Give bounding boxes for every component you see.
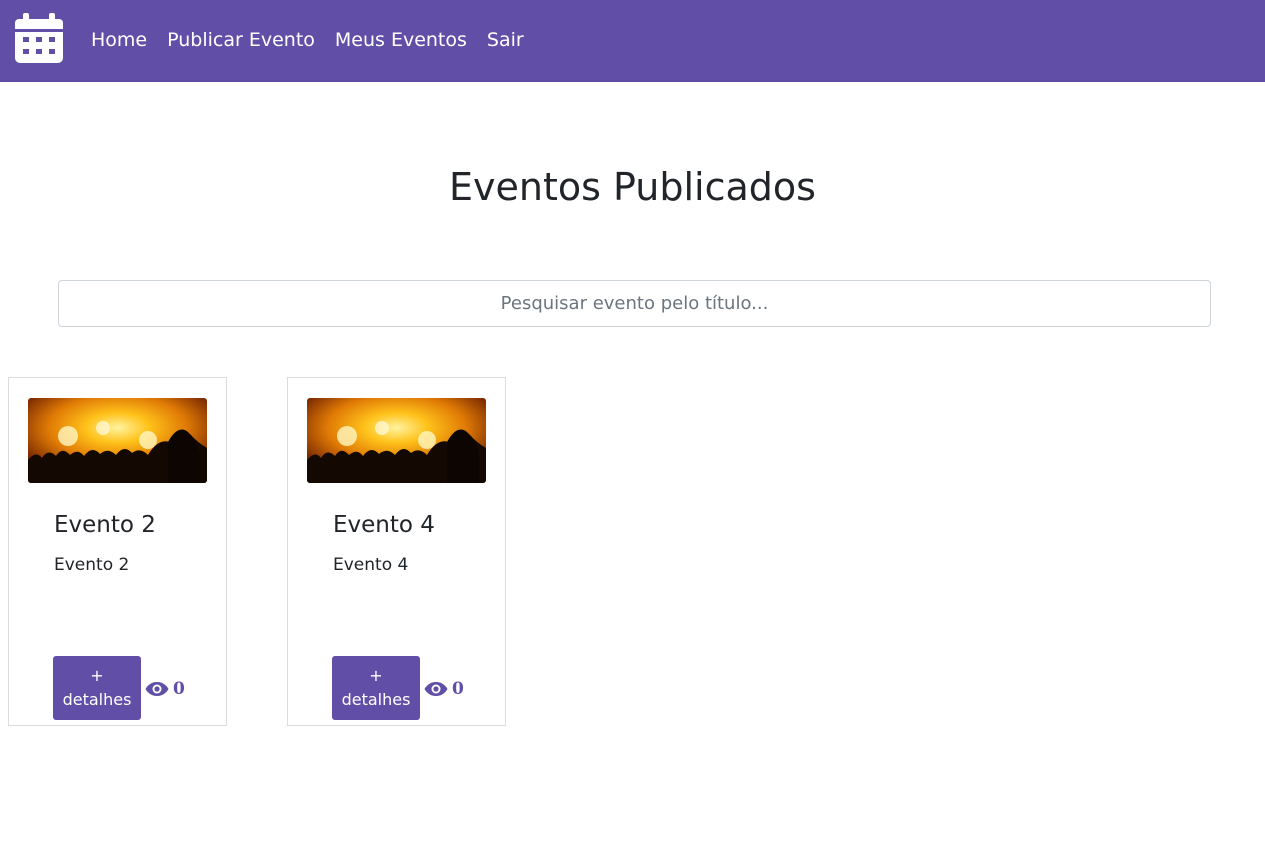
- view-count: 0: [424, 678, 464, 700]
- view-count: 0: [145, 678, 185, 700]
- nav-link-home[interactable]: Home: [91, 27, 147, 53]
- eye-icon: [424, 681, 448, 697]
- event-description: Evento 2: [54, 555, 130, 575]
- event-title: Evento 2: [54, 512, 156, 538]
- navbar: Home Publicar Evento Meus Eventos Sair: [0, 0, 1265, 82]
- view-count-value: 0: [452, 679, 464, 699]
- nav-link-meus-eventos[interactable]: Meus Eventos: [335, 27, 467, 53]
- nav-link-publicar-evento[interactable]: Publicar Evento: [167, 27, 315, 53]
- event-image: [307, 398, 486, 483]
- eye-icon: [145, 681, 169, 697]
- event-card: Evento 2 Evento 2 + detalhes 0: [8, 377, 227, 726]
- event-title: Evento 4: [333, 512, 435, 538]
- calendar-icon[interactable]: [15, 13, 63, 63]
- page-title: Eventos Publicados: [449, 165, 816, 209]
- nav-links: Home Publicar Evento Meus Eventos Sair: [91, 27, 544, 53]
- nav-link-sair[interactable]: Sair: [487, 27, 524, 53]
- view-count-value: 0: [173, 679, 185, 699]
- event-description: Evento 4: [333, 555, 409, 575]
- details-button[interactable]: + detalhes: [53, 656, 141, 720]
- event-card: Evento 4 Evento 4 + detalhes 0: [287, 377, 506, 726]
- event-image: [28, 398, 207, 483]
- search-input[interactable]: [58, 280, 1211, 327]
- details-button[interactable]: + detalhes: [332, 656, 420, 720]
